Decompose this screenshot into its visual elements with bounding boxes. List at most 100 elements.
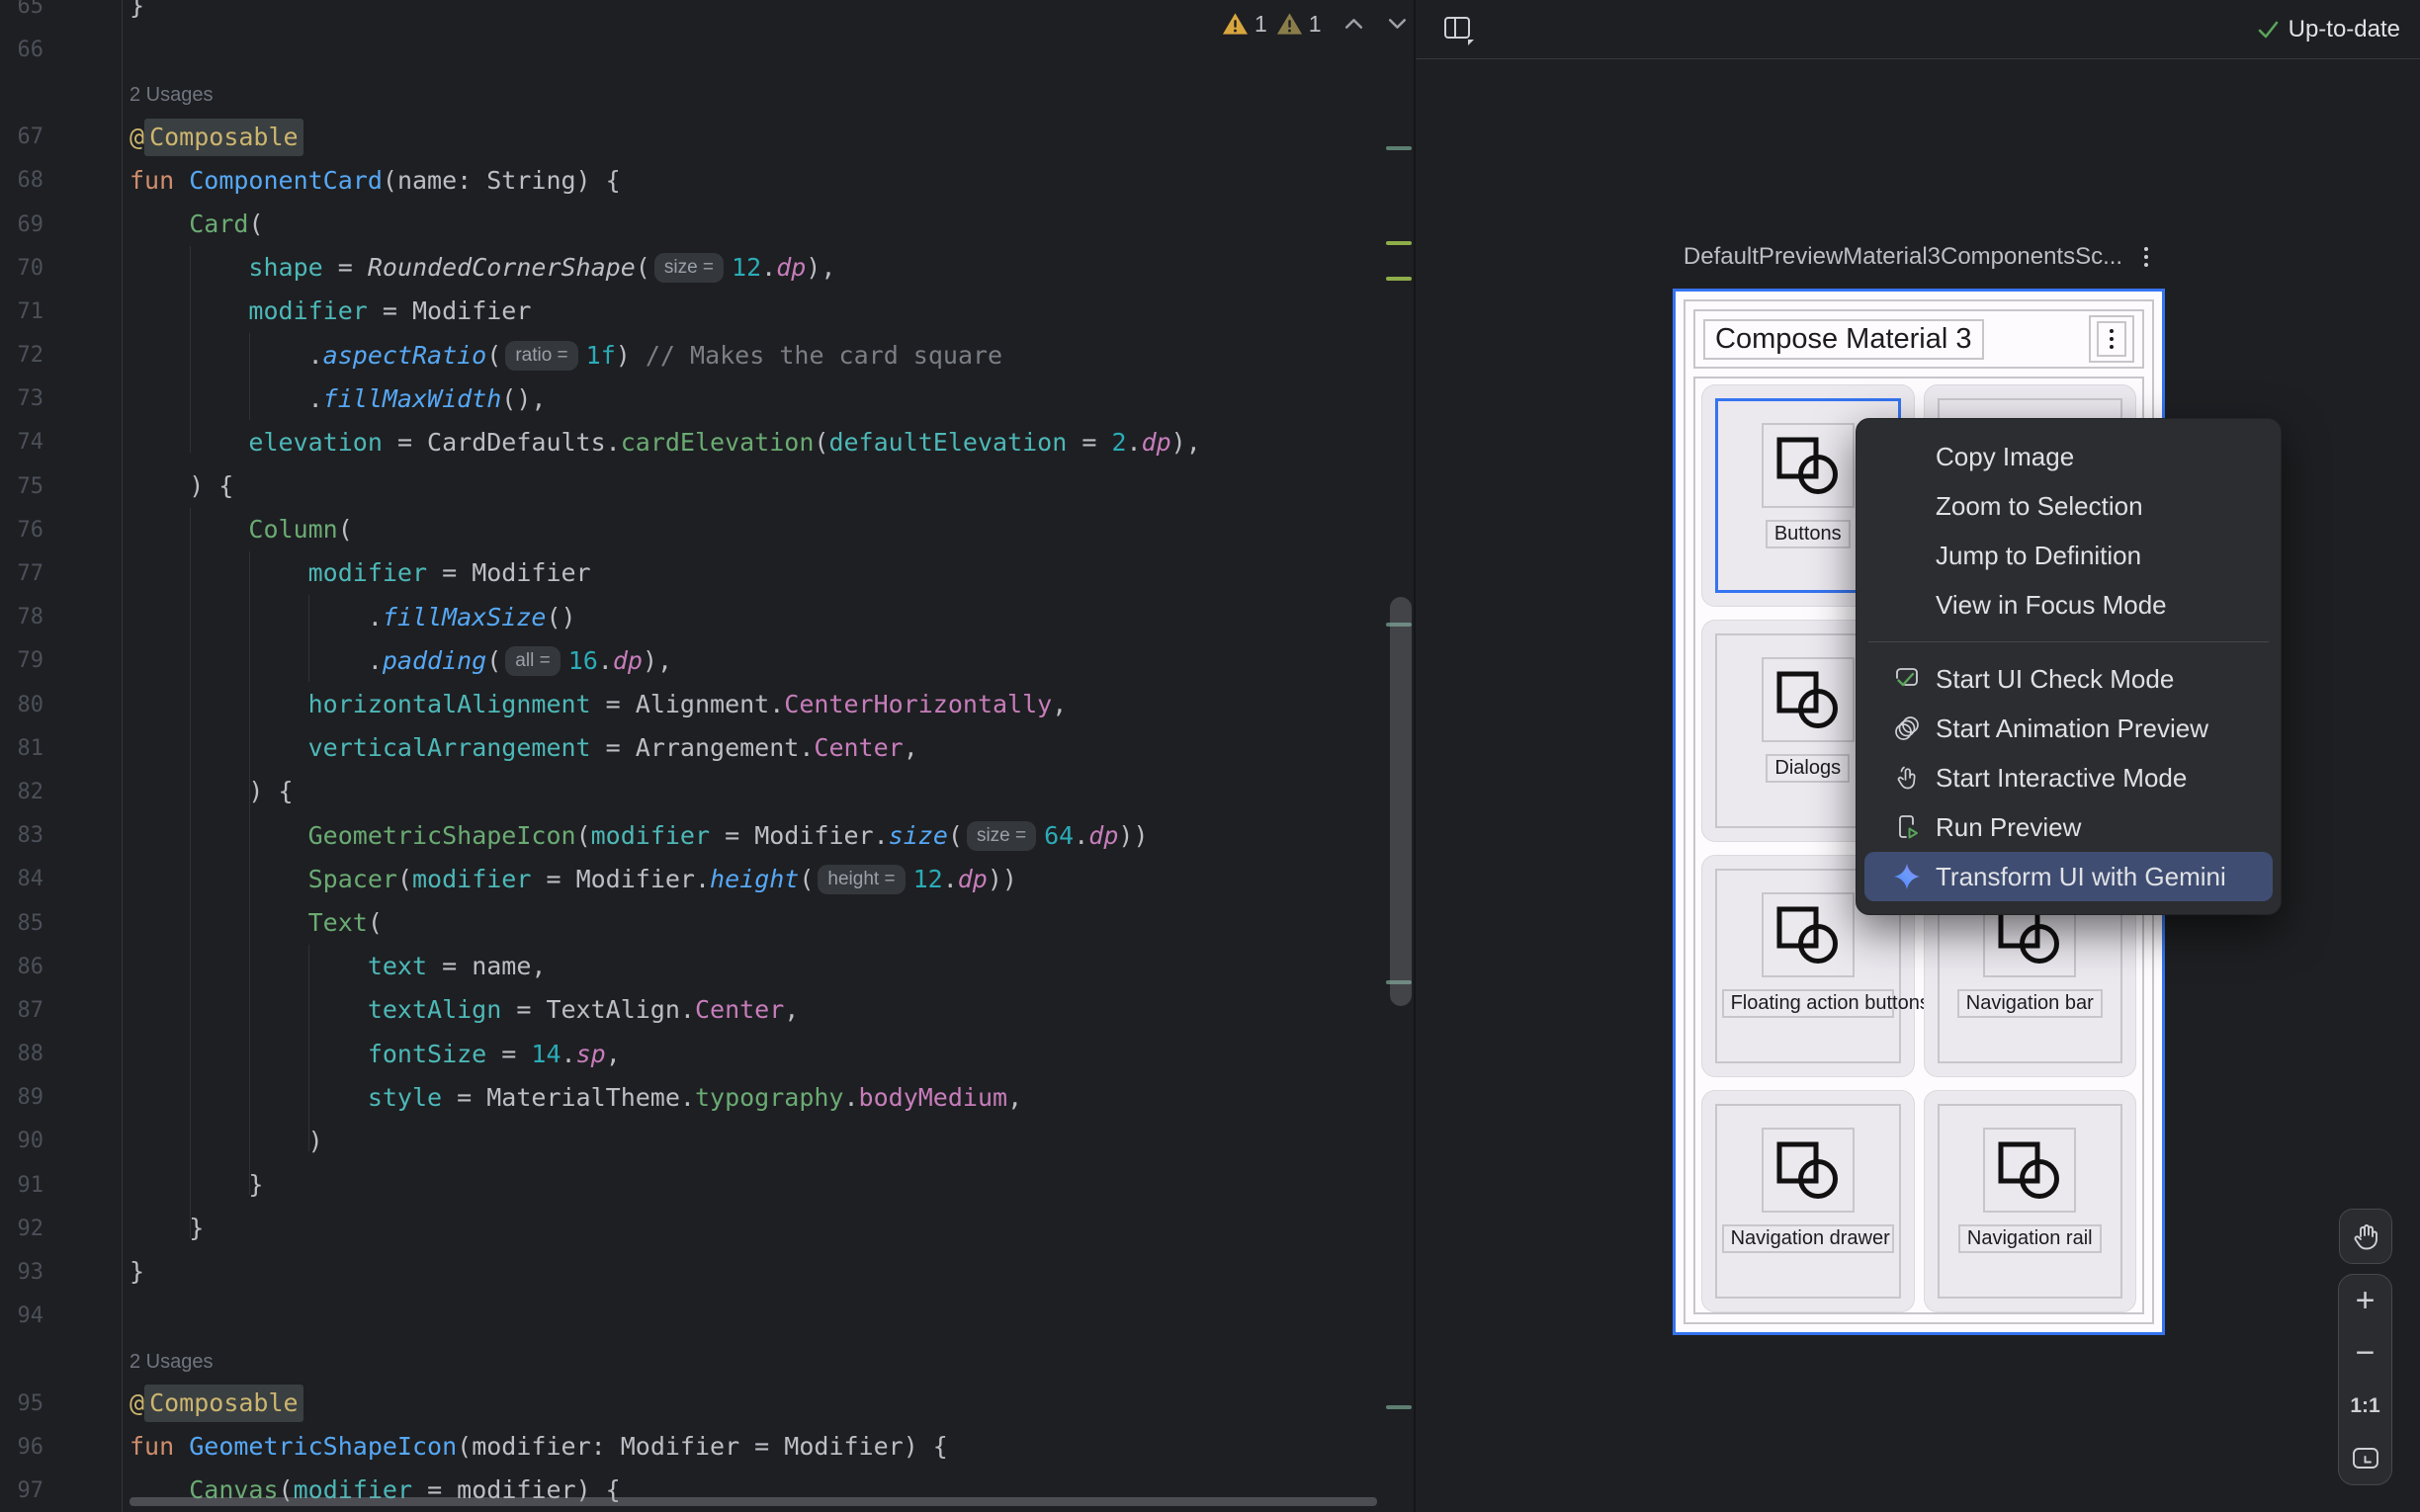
code-row[interactable]: 74 elevation = CardDefaults.cardElevatio… — [0, 421, 1414, 464]
code-line: fontSize = 14.sp, — [122, 1033, 621, 1076]
indent-guide — [190, 508, 191, 1238]
code-row[interactable]: 78 .fillMaxSize() — [0, 596, 1414, 639]
inspection-warning[interactable]: 1 — [1222, 11, 1267, 38]
indent-guide — [308, 595, 309, 682]
menu-item-transform-ui-with-gemini[interactable]: Transform UI with Gemini — [1864, 852, 2273, 901]
line-number: 95 — [0, 1391, 122, 1416]
menu-item-start-ui-check-mode[interactable]: Start UI Check Mode — [1864, 654, 2273, 704]
code-row[interactable]: 67@Composable — [0, 116, 1414, 159]
line-number: 76 — [0, 518, 122, 543]
usages-inlay[interactable]: 2 Usages — [130, 1351, 214, 1373]
code-row[interactable]: 81 verticalArrangement = Arrangement.Cen… — [0, 726, 1414, 770]
menu-item-start-interactive-mode[interactable]: Start Interactive Mode — [1864, 753, 2273, 802]
code-row[interactable]: 84 Spacer(modifier = Modifier.height(hei… — [0, 858, 1414, 901]
geometric-shape-icon — [1997, 1140, 2062, 1200]
change-marker — [1386, 1405, 1412, 1409]
inspections-widget[interactable]: 1 1 — [1222, 5, 1409, 42]
line-number: 68 — [0, 168, 122, 193]
line-number: 70 — [0, 256, 122, 281]
line-number: 67 — [0, 125, 122, 149]
line-number: 72 — [0, 343, 122, 368]
zoom-to-fit-button[interactable] — [2339, 1432, 2391, 1484]
menu-item-start-animation-preview[interactable]: Start Animation Preview — [1864, 704, 2273, 753]
warning-triangle-icon — [1222, 11, 1249, 37]
code-row[interactable]: 65} — [0, 0, 1414, 28]
code-row[interactable]: 79 .padding(all =16.dp), — [0, 639, 1414, 683]
code-row[interactable]: 69 Card( — [0, 203, 1414, 246]
line-number: 69 — [0, 212, 122, 237]
next-problem-button[interactable] — [1386, 16, 1409, 32]
line-number: 83 — [0, 823, 122, 848]
code-row[interactable]: 83 GeometricShapeIcon(modifier = Modifie… — [0, 814, 1414, 858]
code-row[interactable]: 85 Text( — [0, 901, 1414, 945]
preview-card-navigation-rail[interactable]: Navigation rail — [1924, 1090, 2137, 1312]
code-row[interactable]: 96fun GeometricShapeIcon(modifier: Modif… — [0, 1425, 1414, 1469]
code-row[interactable]: 2 Usages — [0, 1338, 1414, 1382]
code-row[interactable]: 75 ) { — [0, 464, 1414, 508]
code-editor[interactable]: 65}66 2 Usages 67@Composable68fun Componen… — [0, 0, 1414, 1512]
code-line: fun GeometricShapeIcon(modifier: Modifie… — [122, 1425, 948, 1469]
code-row[interactable]: 77 modifier = Modifier — [0, 551, 1414, 595]
pan-tool-button[interactable] — [2339, 1209, 2392, 1264]
inspection-weak-warning[interactable]: 1 — [1276, 11, 1322, 38]
code-row[interactable]: 93} — [0, 1250, 1414, 1294]
menu-item-zoom-to-selection[interactable]: Zoom to Selection — [1864, 481, 2273, 531]
line-number: 74 — [0, 430, 122, 455]
code-line: modifier = Modifier — [122, 551, 591, 595]
code-row[interactable]: 88 fontSize = 14.sp, — [0, 1033, 1414, 1076]
menu-item-label: Transform UI with Gemini — [1936, 862, 2226, 892]
indent-guide — [249, 551, 250, 1195]
card-label: Navigation rail — [1958, 1224, 2102, 1253]
code-row[interactable]: 95@Composable — [0, 1382, 1414, 1425]
menu-item-jump-to-definition[interactable]: Jump to Definition — [1864, 531, 2273, 580]
menu-item-copy-image[interactable]: Copy Image — [1864, 432, 2273, 481]
previous-problem-button[interactable] — [1342, 16, 1365, 32]
inspection-count: 1 — [1254, 11, 1267, 38]
code-row[interactable]: 73 .fillMaxWidth(), — [0, 378, 1414, 421]
inspection-count: 1 — [1309, 11, 1322, 38]
code-row[interactable]: 68fun ComponentCard(name: String) { — [0, 159, 1414, 203]
code-row[interactable]: 87 textAlign = TextAlign.Center, — [0, 988, 1414, 1032]
preview-appbar-menu-icon[interactable] — [2097, 321, 2126, 357]
line-number: 93 — [0, 1260, 122, 1285]
code-row[interactable]: 90 ) — [0, 1120, 1414, 1163]
actual-size-button[interactable]: 1:1 — [2339, 1380, 2391, 1432]
code-row[interactable]: 80 horizontalAlignment = Alignment.Cente… — [0, 683, 1414, 726]
code-row[interactable]: 2 Usages — [0, 71, 1414, 115]
android-studio-window: 65}66 2 Usages 67@Composable68fun Componen… — [0, 0, 2420, 1512]
code-row[interactable]: 86 text = name, — [0, 945, 1414, 988]
code-row[interactable]: 89 style = MaterialTheme.typography.body… — [0, 1076, 1414, 1120]
code-line: text = name, — [122, 945, 546, 988]
code-line: ) — [122, 1120, 323, 1163]
code-row[interactable]: 76 Column( — [0, 508, 1414, 551]
code-row[interactable]: 71 modifier = Modifier — [0, 290, 1414, 333]
preview-card-navigation-drawer[interactable]: Navigation drawer — [1701, 1090, 1915, 1312]
zoom-out-button[interactable]: − — [2339, 1327, 2391, 1380]
menu-item-label: Start UI Check Mode — [1936, 664, 2174, 695]
code-line: 2 Usages — [122, 1338, 214, 1382]
code-row[interactable]: 91 } — [0, 1163, 1414, 1207]
preview-title-menu-icon[interactable] — [2140, 243, 2152, 271]
line-number: 96 — [0, 1435, 122, 1460]
code-row[interactable]: 82 ) { — [0, 770, 1414, 813]
usages-inlay[interactable]: 2 Usages — [130, 84, 214, 106]
menu-item-view-in-focus-mode[interactable]: View in Focus Mode — [1864, 580, 2273, 630]
code-row[interactable]: 94 — [0, 1295, 1414, 1338]
ui-check-icon — [1892, 665, 1922, 693]
zoom-in-button[interactable]: + — [2339, 1275, 2391, 1327]
horizontal-scrollbar[interactable] — [130, 1497, 1377, 1506]
indent-guide — [308, 945, 309, 1151]
line-number: 79 — [0, 648, 122, 673]
code-row[interactable]: 72 .aspectRatio(ratio =1f) // Makes the … — [0, 334, 1414, 378]
menu-item-run-preview[interactable]: Run Preview — [1864, 802, 2273, 852]
code-row[interactable]: 70 shape = RoundedCornerShape(size =12.d… — [0, 246, 1414, 290]
card-bounds: Navigation drawer — [1715, 1104, 1901, 1299]
line-number: 73 — [0, 386, 122, 411]
chevron-down-icon — [1386, 16, 1409, 32]
zoom-controls: + − 1:1 — [2338, 1274, 2392, 1485]
change-marker — [1386, 241, 1412, 245]
code-row[interactable]: 66 — [0, 28, 1414, 71]
code-row[interactable]: 92 } — [0, 1207, 1414, 1250]
grid-view-button[interactable] — [1437, 10, 1481, 49]
vertical-scrollbar[interactable] — [1390, 597, 1412, 1006]
